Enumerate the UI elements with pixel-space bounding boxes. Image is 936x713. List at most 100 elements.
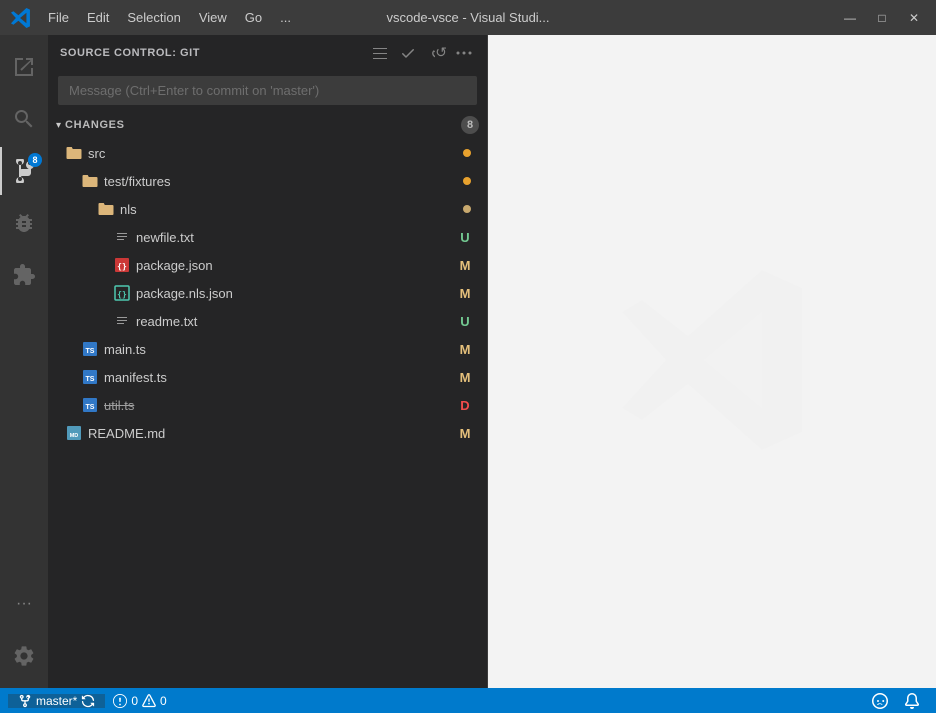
sidebar: SOURCE CONTROL: GIT ↺ [48, 35, 488, 688]
more-dots-icon [456, 45, 472, 61]
statusbar-right [864, 693, 928, 709]
file-status-readme-txt: U [455, 314, 475, 329]
txt-icon-newfile [112, 227, 132, 247]
svg-text:{}: {} [117, 262, 127, 271]
vscode-logo [10, 7, 32, 29]
main-layout: 8 ··· SOURCE CONTROL: GIT [0, 35, 936, 688]
activity-item-settings[interactable] [0, 632, 48, 680]
activity-item-source-control[interactable]: 8 [0, 147, 48, 195]
source-control-badge: 8 [28, 153, 42, 167]
file-status-main-ts: M [455, 342, 475, 357]
file-name-readme-txt: readme.txt [136, 314, 455, 329]
editor-area [488, 35, 936, 688]
warning-triangle-icon [142, 694, 156, 708]
menu-more[interactable]: ... [272, 6, 299, 29]
settings-icon [12, 644, 36, 668]
menu-edit[interactable]: Edit [79, 6, 117, 29]
changes-chevron-icon: ▾ [56, 120, 61, 131]
file-item-readme-md[interactable]: MD README.md M [48, 419, 487, 447]
debug-icon [12, 211, 36, 235]
svg-text:TS: TS [86, 376, 95, 383]
activity-item-search[interactable] [0, 95, 48, 143]
file-name-package-json: package.json [136, 258, 455, 273]
file-dot-nls [463, 205, 471, 213]
activity-item-more[interactable]: ··· [0, 580, 48, 628]
txt-icon-readme [112, 311, 132, 331]
menu-icon [372, 45, 388, 61]
file-item-manifest-ts[interactable]: TS manifest.ts M [48, 363, 487, 391]
activity-item-extensions[interactable] [0, 251, 48, 299]
svg-text:TS: TS [86, 404, 95, 411]
close-button[interactable]: ✕ [902, 6, 926, 30]
commit-checkmark-button[interactable] [397, 42, 419, 64]
file-dot-test-fixtures [463, 177, 471, 185]
statusbar-bell-button[interactable] [896, 693, 928, 709]
sidebar-header: SOURCE CONTROL: GIT ↺ [48, 35, 487, 70]
file-name-package-nls-json: package.nls.json [136, 286, 455, 301]
ts-icon-manifest: TS [80, 367, 100, 387]
file-status-manifest-ts: M [455, 370, 475, 385]
activity-item-debug[interactable] [0, 199, 48, 247]
titlebar-menu: File Edit Selection View Go ... [40, 6, 299, 29]
file-name-newfile-txt: newfile.txt [136, 230, 455, 245]
file-dot-src [463, 149, 471, 157]
sync-icon [81, 694, 95, 708]
file-item-util-ts[interactable]: TS util.ts D [48, 391, 487, 419]
extensions-icon [12, 263, 36, 287]
refresh-icon [425, 45, 435, 61]
error-circle-icon [113, 694, 127, 708]
file-name-manifest-ts: manifest.ts [104, 370, 455, 385]
file-item-package-nls-json[interactable]: {} package.nls.json M [48, 279, 487, 307]
changes-section: ▾ CHANGES 8 src test/fixtures [48, 111, 487, 688]
checkmark-icon [400, 45, 416, 61]
window-title: vscode-vsce - Visual Studi... [386, 10, 549, 25]
file-name-src: src [88, 146, 463, 161]
source-control-menu-button[interactable] [369, 42, 391, 64]
file-item-newfile-txt[interactable]: newfile.txt U [48, 223, 487, 251]
menu-go[interactable]: Go [237, 6, 270, 29]
refresh-button[interactable]: ↺ [425, 42, 447, 64]
search-icon [12, 107, 36, 131]
statusbar-errors-button[interactable]: 0 0 [105, 694, 174, 708]
file-status-package-nls-json: M [455, 286, 475, 301]
source-control-more-button[interactable] [453, 42, 475, 64]
file-item-main-ts[interactable]: TS main.ts M [48, 335, 487, 363]
menu-selection[interactable]: Selection [119, 6, 188, 29]
json-icon-package-nls: {} [112, 283, 132, 303]
changes-header[interactable]: ▾ CHANGES 8 [48, 111, 487, 139]
file-name-readme-md: README.md [88, 426, 455, 441]
changes-label: CHANGES [65, 119, 461, 131]
explorer-icon [12, 55, 36, 79]
file-status-util-ts: D [455, 398, 475, 413]
md-icon-readme: MD [64, 423, 84, 443]
ts-icon-main: TS [80, 339, 100, 359]
statusbar-smiley-button[interactable] [864, 693, 896, 709]
statusbar-branch-name: master* [36, 694, 77, 708]
statusbar-error-count: 0 [131, 694, 138, 708]
svg-text:MD: MD [70, 433, 79, 439]
file-name-nls: nls [120, 202, 463, 217]
commit-message-input[interactable] [58, 76, 477, 105]
statusbar-git-button[interactable]: master* [8, 694, 105, 708]
activity-item-explorer[interactable] [0, 43, 48, 91]
menu-view[interactable]: View [191, 6, 235, 29]
file-item-src[interactable]: src [48, 139, 487, 167]
window-controls: — □ ✕ [838, 6, 926, 30]
file-name-util-ts: util.ts [104, 398, 455, 413]
svg-text:{}: {} [117, 290, 127, 299]
vscode-watermark [612, 260, 812, 463]
file-item-readme-txt[interactable]: readme.txt U [48, 307, 487, 335]
file-item-package-json[interactable]: {} package.json M [48, 251, 487, 279]
more-icon: ··· [16, 595, 32, 613]
file-name-main-ts: main.ts [104, 342, 455, 357]
minimize-button[interactable]: — [838, 6, 862, 30]
maximize-button[interactable]: □ [870, 6, 894, 30]
file-item-test-fixtures[interactable]: test/fixtures [48, 167, 487, 195]
git-branch-icon [18, 694, 32, 708]
statusbar-left: master* 0 0 [8, 694, 175, 708]
statusbar: master* 0 0 [0, 688, 936, 713]
file-item-nls[interactable]: nls [48, 195, 487, 223]
folder-icon-src [64, 143, 84, 163]
menu-file[interactable]: File [40, 6, 77, 29]
commit-input-wrapper [58, 76, 477, 105]
